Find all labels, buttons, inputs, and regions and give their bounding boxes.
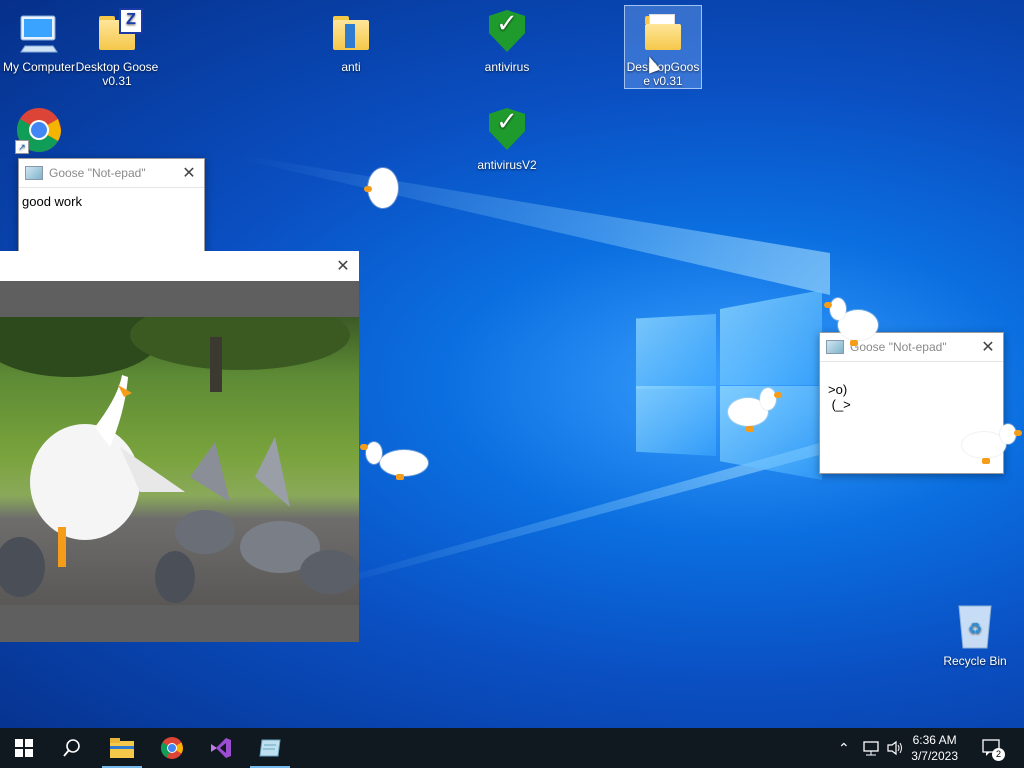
volume-icon[interactable] <box>886 728 904 768</box>
goose-sprite[interactable] <box>726 386 784 438</box>
close-icon[interactable]: ✕ <box>333 256 353 276</box>
desktop-icon-antivirus[interactable]: ✓ antivirus <box>462 8 552 74</box>
desktop-icon-recycle-bin[interactable]: ♻ Recycle Bin <box>930 602 1020 668</box>
folder-icon <box>639 8 687 56</box>
computer-icon <box>15 8 63 56</box>
search-icon <box>63 739 80 757</box>
windows-start-icon <box>15 739 33 757</box>
svg-text:♻: ♻ <box>968 621 982 638</box>
chrome-icon: ↗ <box>15 106 63 154</box>
goose-sprite[interactable] <box>360 438 430 482</box>
goose-sprite[interactable] <box>960 424 1024 468</box>
desktop-icon-desktopgoose-folder[interactable]: DesktopGoose v0.31 <box>624 5 702 89</box>
desktop-icon-desktop-goose[interactable]: Z Desktop Goose v0.31 <box>72 8 162 88</box>
notepad-icon <box>259 739 281 757</box>
desktop-icon-chrome[interactable]: ↗ <box>0 106 84 158</box>
goose-meme-window[interactable]: ✕ <box>0 251 359 642</box>
tray-chevron-up-icon[interactable]: ⌃ <box>838 728 850 768</box>
close-icon[interactable]: ✕ <box>174 163 204 183</box>
close-icon[interactable]: ✕ <box>973 337 1003 357</box>
notification-count-badge: 2 <box>992 748 1005 761</box>
desktop-icon-anti[interactable]: anti <box>306 8 396 74</box>
desktop-icon-antivirus-v2[interactable]: ✓ antivirusV2 <box>462 106 552 172</box>
action-center-button[interactable]: 2 <box>982 728 1005 768</box>
desktop-icon-label: anti <box>341 60 361 74</box>
desktop-icon-label: Desktop Goose v0.31 <box>75 60 159 88</box>
goose-notepad-window-left[interactable]: Goose "Not-epad" ✕ good work <box>18 158 205 256</box>
file-explorer-icon <box>110 738 134 758</box>
taskbar-file-explorer[interactable] <box>98 728 146 768</box>
network-icon[interactable] <box>862 728 880 768</box>
shield-check-icon: ✓ <box>483 8 531 56</box>
taskbar-goose-notepad[interactable] <box>246 728 294 768</box>
shortcut-arrow-icon: ↗ <box>15 140 29 154</box>
taskbar: ⌃ 6:36 AM 3/7/2023 2 <box>0 728 1024 768</box>
winzip-folder-icon: Z <box>93 8 143 56</box>
visual-studio-icon <box>211 738 231 758</box>
desktop-icon-label: antivirusV2 <box>477 158 537 172</box>
desktop-icon-label: DesktopGoose v0.31 <box>626 60 700 88</box>
clock-time: 6:36 AM <box>912 733 957 747</box>
windows-logo-wallpaper <box>636 290 822 480</box>
shield-check-icon: ✓ <box>483 106 531 154</box>
start-button[interactable] <box>0 728 48 768</box>
goose-fighting-pigeons-image <box>0 317 359 605</box>
clock-date: 3/7/2023 <box>911 749 958 763</box>
chrome-icon <box>161 737 183 759</box>
folder-icon <box>327 8 375 56</box>
notepad-icon <box>25 166 43 180</box>
desktop-icon-label: antivirus <box>484 60 530 74</box>
recycle-bin-icon: ♻ <box>951 602 999 650</box>
window-titlebar[interactable]: ✕ <box>0 251 359 281</box>
notepad-text-area[interactable]: >o) (_> <box>820 362 1003 432</box>
taskbar-visual-studio[interactable] <box>197 728 245 768</box>
notepad-text-area[interactable]: good work <box>19 188 204 215</box>
goose-sprite[interactable] <box>822 296 880 350</box>
taskbar-chrome[interactable] <box>148 728 196 768</box>
desktop-icon-label: Recycle Bin <box>943 654 1007 668</box>
window-titlebar[interactable]: Goose "Not-epad" ✕ <box>19 159 204 188</box>
window-title: Goose "Not-epad" <box>49 166 146 180</box>
taskbar-clock[interactable]: 6:36 AM 3/7/2023 <box>911 732 958 764</box>
goose-sprite[interactable] <box>362 166 402 212</box>
search-button[interactable] <box>48 728 96 768</box>
